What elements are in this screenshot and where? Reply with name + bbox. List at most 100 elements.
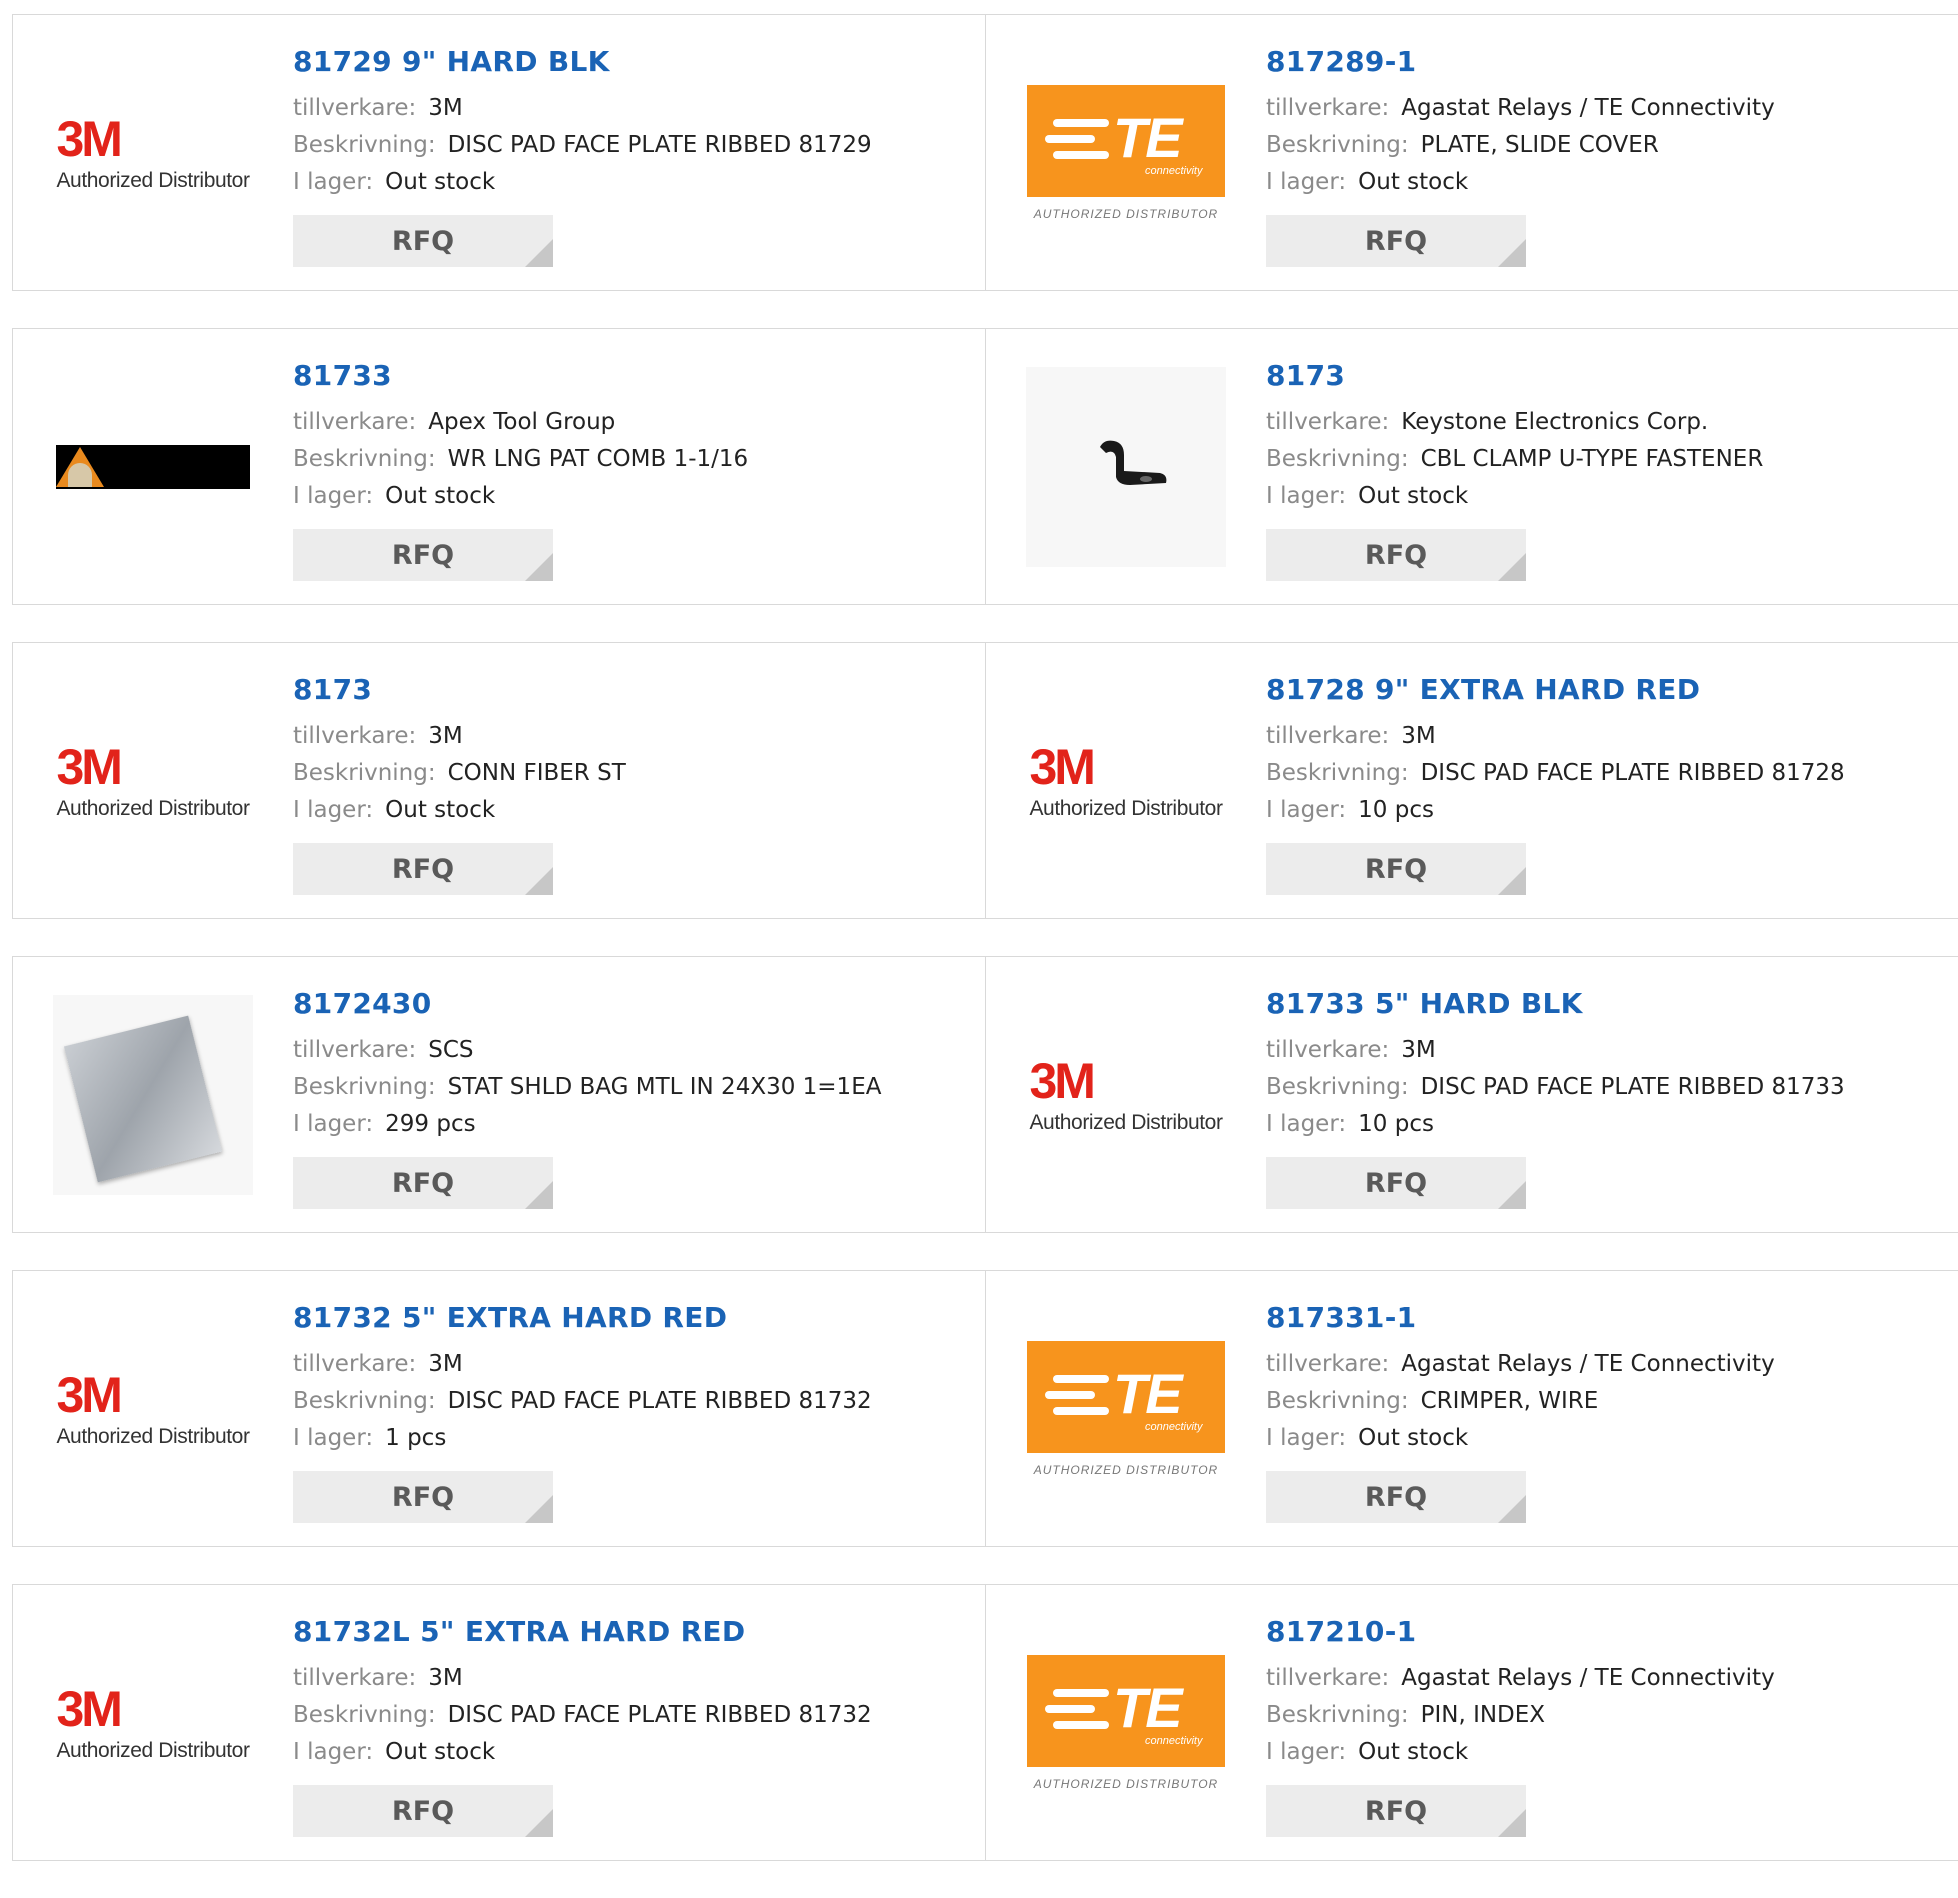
description-label: Beskrivning: — [293, 1702, 436, 1728]
3m-logo-mark: 3M — [56, 739, 122, 795]
rfq-label: RFQ — [391, 853, 455, 885]
description-label: Beskrivning: — [1266, 1702, 1409, 1728]
rfq-button[interactable]: RFQ — [1266, 1157, 1526, 1209]
manufacturer-value: Keystone Electronics Corp. — [1401, 409, 1709, 435]
rfq-label: RFQ — [1364, 1795, 1428, 1827]
product-info: 81729 9" HARD BLK tillverkare: 3M Beskrivni… — [293, 45, 872, 201]
product-title-link[interactable]: 81728 9" EXTRA HARD RED — [1266, 673, 1845, 706]
product-title-link[interactable]: 817331-1 — [1266, 1301, 1775, 1334]
description-value: CBL CLAMP U-TYPE FASTENER — [1420, 446, 1764, 472]
rfq-label: RFQ — [391, 1481, 455, 1513]
rfq-button[interactable]: RFQ — [293, 215, 553, 267]
product-info: 81732 5" EXTRA HARD RED tillverkare: 3M Bes… — [293, 1301, 872, 1457]
te-logo-subtitle: connectivity — [1145, 1735, 1203, 1747]
description-label: Beskrivning: — [1266, 446, 1409, 472]
rfq-label: RFQ — [1364, 1481, 1428, 1513]
description-line: Beskrivning: DISC PAD FACE PLATE RIBBED 8… — [1266, 755, 1845, 792]
3m-logo-subtitle: Authorized Distributor — [56, 1739, 250, 1762]
manufacturer-label: tillverkare: — [1266, 1351, 1390, 1377]
stock-value: Out stock — [385, 1739, 496, 1765]
rfq-label: RFQ — [391, 1167, 455, 1199]
rfq-button[interactable]: RFQ — [1266, 1785, 1526, 1837]
manufacturer-label: tillverkare: — [293, 409, 417, 435]
manufacturer-value: 3M — [428, 723, 463, 749]
3m-logo-mark: 3M — [1029, 1053, 1095, 1109]
rfq-button[interactable]: RFQ — [293, 1785, 553, 1837]
3m-logo: 3M Authorized Distributor — [56, 739, 250, 821]
product-title-link[interactable]: 8172430 — [293, 987, 881, 1020]
apex-logo — [56, 445, 250, 489]
product-title-link[interactable]: 81732 5" EXTRA HARD RED — [293, 1301, 872, 1334]
te-authorized-label: AUTHORIZED DISTRIBUTOR — [1033, 1777, 1219, 1791]
description-label: Beskrivning: — [293, 760, 436, 786]
manufacturer-line: tillverkare: 3M — [293, 90, 872, 127]
description-value: CONN FIBER ST — [447, 760, 626, 786]
stock-label: I lager: — [1266, 169, 1347, 195]
rfq-button[interactable]: RFQ — [1266, 843, 1526, 895]
description-line: Beskrivning: DISC PAD FACE PLATE RIBBED 8… — [293, 127, 872, 164]
product-card: 3M Authorized Distributor 81729 9" HARD BL… — [13, 15, 985, 290]
product-title-link[interactable]: 817289-1 — [1266, 45, 1775, 78]
3m-logo-mark: 3M — [56, 1681, 122, 1737]
manufacturer-logo: 3M Authorized Distributor — [53, 1309, 253, 1509]
stock-line: I lager: Out stock — [1266, 1420, 1775, 1457]
product-title-link[interactable]: 81733 5" HARD BLK — [1266, 987, 1845, 1020]
stock-label: I lager: — [293, 1111, 374, 1137]
product-row: 8172430 tillverkare: SCS Beskrivning: STAT S… — [12, 956, 1958, 1233]
description-line: Beskrivning: CBL CLAMP U-TYPE FASTENER — [1266, 441, 1763, 478]
manufacturer-value: 3M — [1401, 723, 1436, 749]
product-row: 3M Authorized Distributor 81732L 5" EXTRA … — [12, 1584, 1958, 1861]
product-title-link[interactable]: 8173 — [1266, 359, 1763, 392]
manufacturer-logo: TE connectivity AUTHORIZED DISTRIBUTOR — [1026, 1309, 1226, 1509]
stock-value: Out stock — [385, 797, 496, 823]
corner-triangle-icon — [525, 1495, 553, 1523]
rfq-label: RFQ — [1364, 1167, 1428, 1199]
description-value: CRIMPER, WIRE — [1420, 1388, 1599, 1414]
rfq-button[interactable]: RFQ — [1266, 529, 1526, 581]
te-logo-mark: TE — [1113, 1362, 1183, 1425]
rfq-button[interactable]: RFQ — [293, 529, 553, 581]
stock-label: I lager: — [1266, 1111, 1347, 1137]
manufacturer-line: tillverkare: Apex Tool Group — [293, 404, 748, 441]
rfq-button[interactable]: RFQ — [1266, 1471, 1526, 1523]
product-title-link[interactable]: 817210-1 — [1266, 1615, 1775, 1648]
product-card: 3M Authorized Distributor 8173 tillverkare:… — [13, 643, 985, 918]
manufacturer-value: Agastat Relays / TE Connectivity — [1401, 1351, 1775, 1377]
te-logo: TE connectivity AUTHORIZED DISTRIBUTOR — [1027, 85, 1225, 221]
product-title-link[interactable]: 81732L 5" EXTRA HARD RED — [293, 1615, 872, 1648]
rfq-button[interactable]: RFQ — [293, 843, 553, 895]
manufacturer-logo — [1026, 367, 1226, 567]
product-row: 81733 tillverkare: Apex Tool Group Beskrivn… — [12, 328, 1958, 605]
stock-value: Out stock — [1358, 169, 1469, 195]
stock-value: Out stock — [1358, 483, 1469, 509]
corner-triangle-icon — [525, 867, 553, 895]
static-bag-photo — [53, 995, 253, 1195]
rfq-button[interactable]: RFQ — [293, 1157, 553, 1209]
rfq-button[interactable]: RFQ — [293, 1471, 553, 1523]
description-value: DISC PAD FACE PLATE RIBBED 81729 — [447, 132, 872, 158]
manufacturer-logo: TE connectivity AUTHORIZED DISTRIBUTOR — [1026, 1623, 1226, 1823]
stock-line: I lager: Out stock — [293, 164, 872, 201]
rfq-button[interactable]: RFQ — [1266, 215, 1526, 267]
product-title-link[interactable]: 81729 9" HARD BLK — [293, 45, 872, 78]
description-value: DISC PAD FACE PLATE RIBBED 81732 — [447, 1388, 872, 1414]
manufacturer-label: tillverkare: — [1266, 95, 1390, 121]
description-line: Beskrivning: CONN FIBER ST — [293, 755, 626, 792]
product-info: 81732L 5" EXTRA HARD RED tillverkare: 3M Be… — [293, 1615, 872, 1771]
description-line: Beskrivning: DISC PAD FACE PLATE RIBBED 8… — [1266, 1069, 1845, 1106]
manufacturer-line: tillverkare: SCS — [293, 1032, 881, 1069]
product-info: 8172430 tillverkare: SCS Beskrivning: STAT S… — [293, 987, 881, 1143]
product-info: 81733 5" HARD BLK tillverkare: 3M Beskrivni… — [1266, 987, 1845, 1143]
manufacturer-label: tillverkare: — [1266, 723, 1390, 749]
manufacturer-line: tillverkare: 3M — [293, 718, 626, 755]
product-card: 3M Authorized Distributor 81732 5" EXTRA H… — [13, 1271, 985, 1546]
product-title-link[interactable]: 81733 — [293, 359, 748, 392]
stock-value: Out stock — [1358, 1739, 1469, 1765]
te-authorized-label: AUTHORIZED DISTRIBUTOR — [1033, 1463, 1219, 1477]
product-card: 3M Authorized Distributor 81728 9" EXTRA H… — [985, 643, 1958, 918]
stock-label: I lager: — [1266, 1425, 1347, 1451]
manufacturer-line: tillverkare: 3M — [1266, 718, 1845, 755]
product-title-link[interactable]: 8173 — [293, 673, 626, 706]
stock-line: I lager: 299 pcs — [293, 1106, 881, 1143]
te-logo-mark: TE — [1113, 1676, 1183, 1739]
